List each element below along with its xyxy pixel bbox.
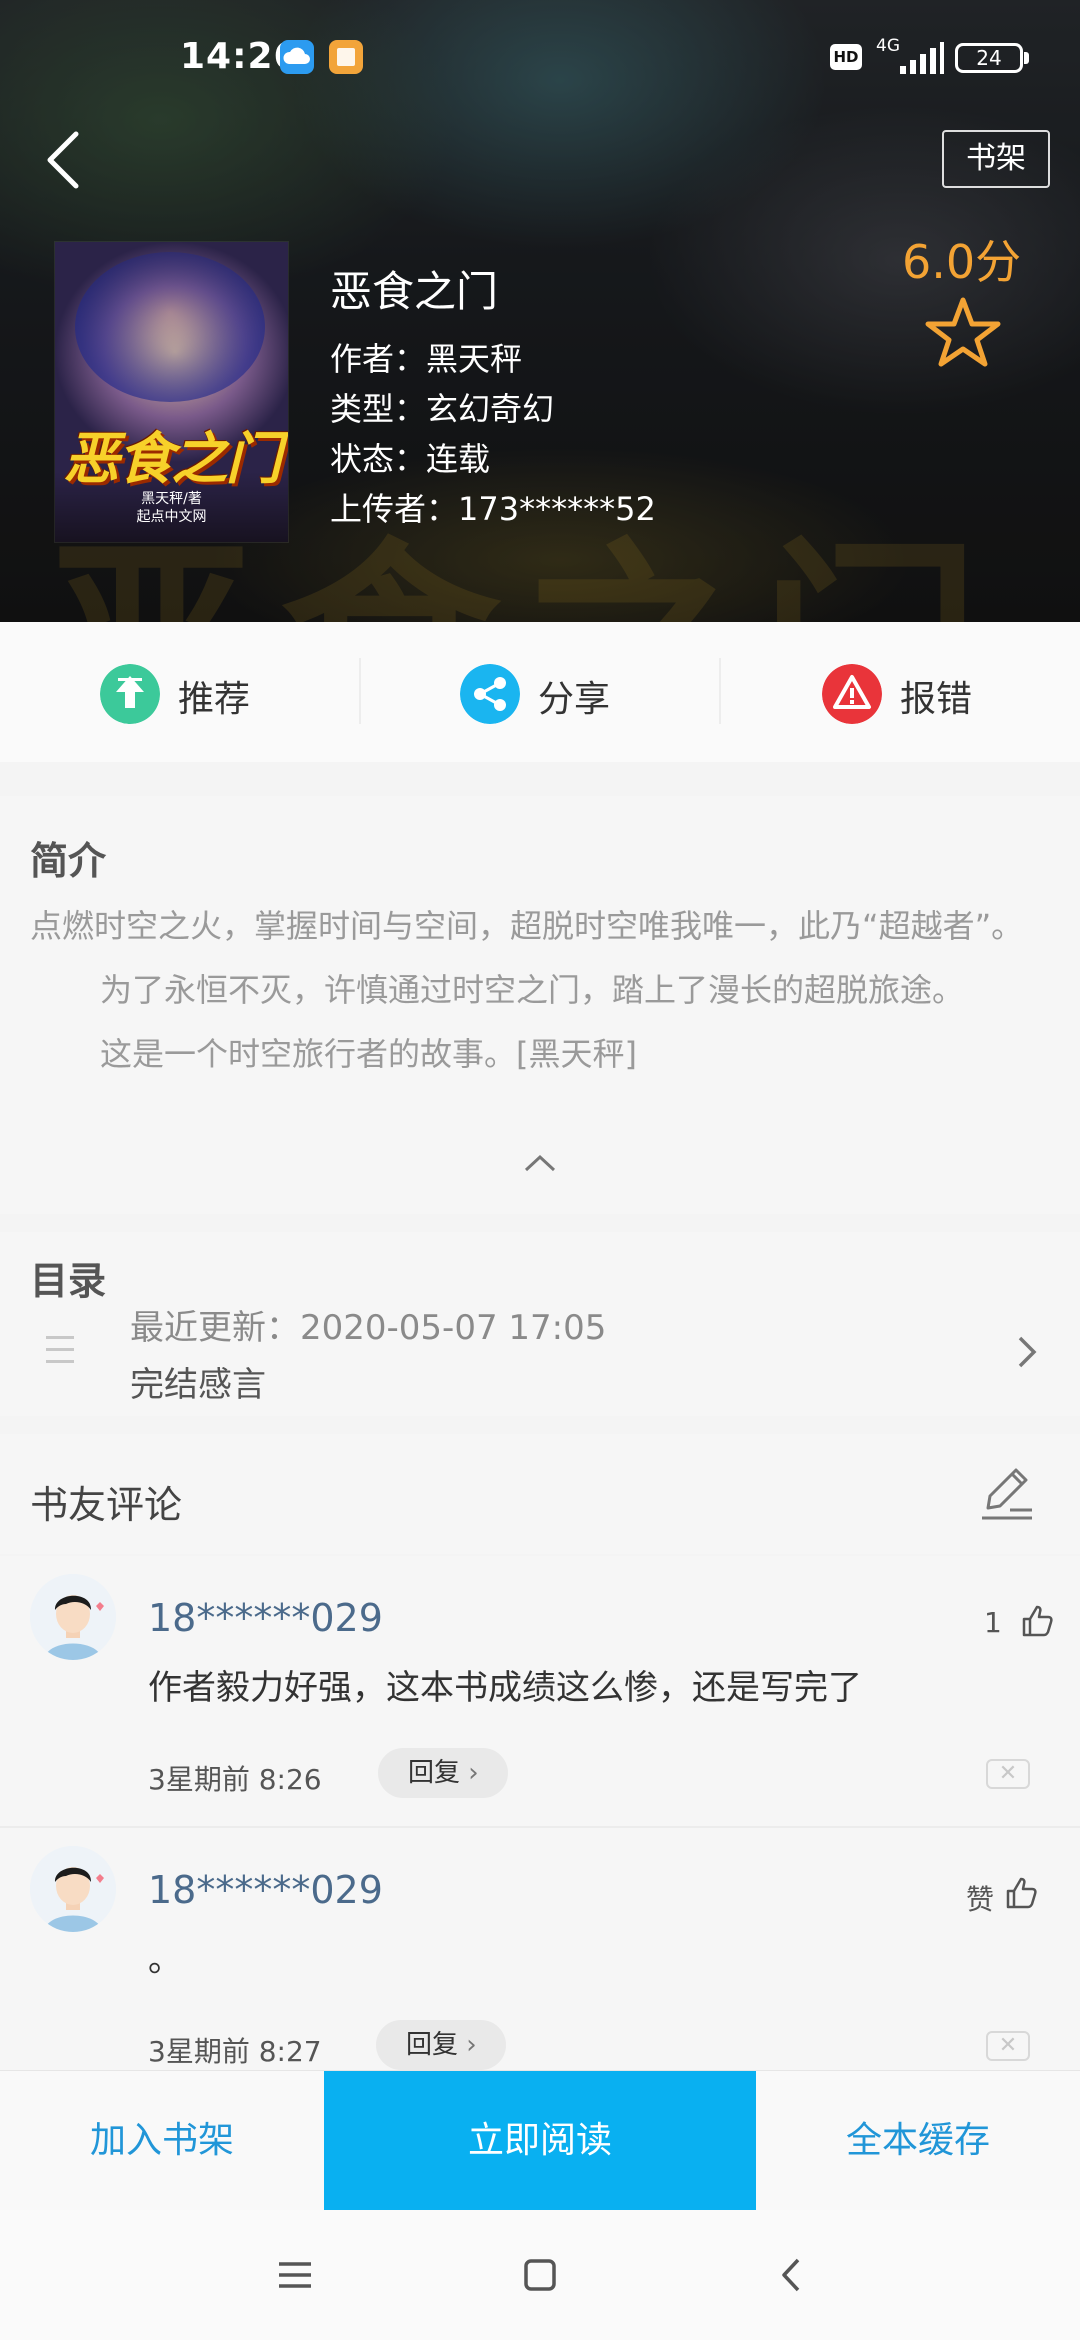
toc-latest-chapter[interactable]: 完结感言 xyxy=(130,1357,266,1406)
comment-time: 3星期前 8:26 xyxy=(148,1763,322,1796)
comment-item: 18******029 赞 。 3星期前 8:27 回复 › ✕ xyxy=(0,1828,1080,2070)
chevron-left-icon xyxy=(47,131,79,189)
chevron-right-icon: › xyxy=(460,1758,479,1788)
cloud-icon xyxy=(280,40,314,74)
comment-item: 18******029 1 作者毅力好强，这本书成绩这么惨，还是写完了 3星期前… xyxy=(0,1556,1080,1826)
recommend-label: 推荐 xyxy=(178,679,251,720)
action-bar: 推荐 分享 报错 xyxy=(0,622,1080,762)
comment-username[interactable]: 18******029 xyxy=(148,1868,383,1912)
cover-credits: 黑天秤/著 起点中文网 xyxy=(136,491,207,525)
battery-level: 24 xyxy=(976,46,1002,70)
reply-button[interactable]: 回复 › xyxy=(378,1748,508,1798)
warning-icon xyxy=(822,664,882,724)
home-icon[interactable] xyxy=(520,2255,560,2295)
hd-badge: HD xyxy=(830,44,862,70)
comment-text: 作者毅力好强，这本书成绩这么惨，还是写完了 xyxy=(148,1668,862,1708)
avatar xyxy=(30,1846,116,1932)
add-to-shelf-button[interactable]: 加入书架 xyxy=(0,2071,324,2211)
menu-icon[interactable] xyxy=(275,2255,315,2295)
list-icon xyxy=(46,1334,74,1366)
share-icon xyxy=(460,664,520,724)
thumbs-up-icon xyxy=(1006,1877,1037,1909)
like-count: 赞 xyxy=(966,1883,995,1916)
book-genre: 类型：玄幻奇幻 xyxy=(330,390,555,428)
intro-paragraph: 点燃时空之火，掌握时间与空间，超脱时空唯我唯一，此乃“超越者”。 xyxy=(30,907,1024,945)
intro-paragraph: 这是一个时空旅行者的故事。[黑天秤] xyxy=(100,1035,637,1073)
toc-last-update: 最近更新：2020-05-07 17:05 xyxy=(130,1308,607,1348)
book-cover: 恶食之门 黑天秤/著 起点中文网 xyxy=(55,242,288,542)
delete-comment-button[interactable]: ✕ xyxy=(986,2031,1030,2061)
chevron-right-icon: › xyxy=(458,2030,477,2060)
delete-comment-button[interactable]: ✕ xyxy=(986,1759,1030,1789)
close-icon: ✕ xyxy=(998,2033,1018,2058)
avatar xyxy=(30,1574,116,1660)
intro-paragraph: 为了永恒不灭，许慎通过时空之门，踏上了漫长的超脱旅途。 xyxy=(100,971,965,1009)
comments-title: 书友评论 xyxy=(30,1483,183,1527)
recommend-button[interactable]: 推荐 xyxy=(0,622,360,762)
toc-title: 目录 xyxy=(30,1259,107,1303)
signal-icon xyxy=(896,42,944,74)
bottom-action-bar: 加入书架 立即阅读 全本缓存 xyxy=(0,2070,1080,2211)
book-header: 恶食之门 14:26 HD 4G 24 书架 恶食之门 黑天秤/著 起点中文网 … xyxy=(0,0,1080,622)
share-button[interactable]: 分享 xyxy=(360,622,720,762)
comment-username[interactable]: 18******029 xyxy=(148,1596,383,1640)
chevron-right-icon[interactable] xyxy=(1010,1330,1044,1374)
book-title: 恶食之门 xyxy=(330,267,499,316)
report-button[interactable]: 报错 xyxy=(720,622,1080,762)
recommend-icon xyxy=(100,664,160,724)
edit-icon[interactable] xyxy=(976,1462,1036,1526)
book-score: 6.0分 xyxy=(902,235,1022,289)
comment-text: 。 xyxy=(148,1940,182,1980)
book-status: 状态：连载 xyxy=(330,440,491,478)
thumbs-up-icon xyxy=(1022,1605,1053,1637)
star-rating-icon[interactable] xyxy=(922,296,1004,368)
back-button[interactable] xyxy=(36,120,96,200)
cover-title-art: 恶食之门 xyxy=(63,427,282,492)
read-now-button[interactable]: 立即阅读 xyxy=(324,2071,756,2211)
intro-title: 简介 xyxy=(30,839,107,883)
system-navigation-bar xyxy=(0,2210,1080,2340)
reply-button[interactable]: 回复 › xyxy=(376,2020,506,2070)
report-label: 报错 xyxy=(900,679,973,720)
bookshelf-button[interactable]: 书架 xyxy=(942,130,1050,188)
intro-text: 点燃时空之火，掌握时间与空间，超脱时空唯我唯一，此乃“超越者”。 为了永恒不灭，… xyxy=(30,902,1040,1078)
battery-icon: 24 xyxy=(955,43,1023,73)
book-uploader: 上传者：173******52 xyxy=(330,490,656,528)
like-button[interactable]: 1 xyxy=(984,1605,1053,1639)
like-button[interactable]: 赞 xyxy=(966,1877,1037,1918)
cache-all-button[interactable]: 全本缓存 xyxy=(756,2071,1080,2211)
user-avatar-icon xyxy=(30,1846,116,1932)
status-bar: 14:26 HD 4G 24 xyxy=(0,0,1080,120)
close-icon: ✕ xyxy=(998,1761,1018,1786)
nav-back-icon[interactable] xyxy=(772,2255,812,2295)
collapse-chevron-up-icon[interactable] xyxy=(522,1152,558,1174)
like-count: 1 xyxy=(984,1606,1002,1639)
share-label: 分享 xyxy=(538,679,611,720)
notes-icon xyxy=(329,40,363,74)
user-avatar-icon xyxy=(30,1574,116,1660)
book-author: 作者：黑天秤 xyxy=(330,340,523,378)
comment-time: 3星期前 8:27 xyxy=(148,2035,322,2068)
